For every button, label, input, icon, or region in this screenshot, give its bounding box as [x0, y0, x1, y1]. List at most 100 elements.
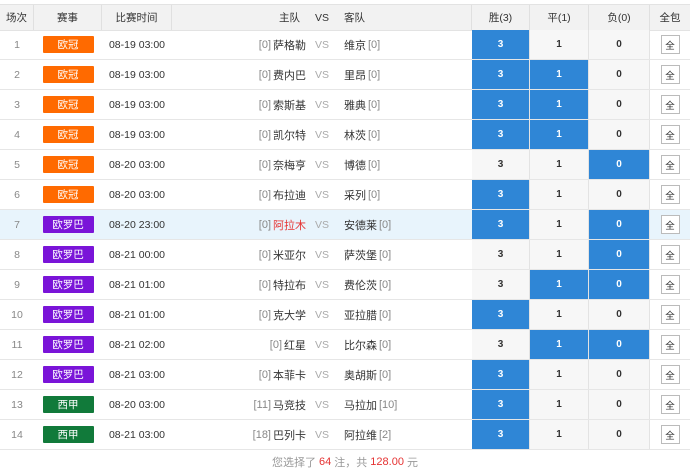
option-win[interactable]: 3 — [472, 120, 530, 149]
away-rank: [0] — [379, 248, 392, 261]
home-team-name: 索斯基 — [273, 99, 306, 112]
option-lose[interactable]: 0 — [589, 360, 650, 389]
header-index: 场次 — [0, 5, 34, 30]
summary-mid: 注，共 — [334, 457, 368, 469]
away-team: 维京 [0] — [334, 30, 472, 59]
away-rank: [0] — [368, 98, 381, 111]
summary-count: 64 — [319, 456, 332, 468]
option-win[interactable]: 3 — [472, 210, 530, 239]
option-lose[interactable]: 0 — [589, 240, 650, 269]
select-all-button[interactable]: 全 — [660, 95, 680, 114]
option-lose[interactable]: 0 — [589, 120, 650, 149]
option-draw[interactable]: 1 — [530, 210, 589, 239]
select-all-button[interactable]: 全 — [660, 155, 680, 174]
option-win[interactable]: 3 — [472, 420, 530, 449]
home-team-name: 凯尔特 — [273, 129, 306, 142]
summary-suffix: 元 — [406, 457, 418, 469]
home-rank: [0] — [258, 248, 271, 261]
home-rank: [11] — [253, 398, 271, 411]
league-cell: 欧冠 — [34, 120, 102, 149]
option-win[interactable]: 3 — [472, 360, 530, 389]
option-draw[interactable]: 1 — [530, 300, 589, 329]
league-badge: 欧罗巴 — [42, 306, 94, 323]
match-time: 08-21 03:00 — [108, 428, 166, 441]
select-all-button[interactable]: 全 — [660, 35, 680, 54]
home-team: [0] 索斯基 — [172, 90, 310, 119]
table-row: 10 欧罗巴 08-21 01:00 [0] 克大学 VS 亚拉腊 [0] 3 1 0 全 — [0, 300, 690, 330]
header-vs: VS — [314, 11, 329, 24]
option-draw[interactable]: 1 — [530, 360, 589, 389]
select-all-button[interactable]: 全 — [660, 185, 680, 204]
home-team-name: 红星 — [284, 339, 306, 352]
away-team-name: 萨茨堡 — [344, 249, 377, 262]
match-time: 08-20 03:00 — [108, 158, 166, 171]
option-lose[interactable]: 0 — [589, 300, 650, 329]
select-all-button[interactable]: 全 — [660, 245, 680, 264]
option-draw[interactable]: 1 — [530, 30, 589, 59]
league-badge: 欧罗巴 — [42, 246, 94, 263]
select-all-button[interactable]: 全 — [660, 395, 680, 414]
option-draw[interactable]: 1 — [530, 120, 589, 149]
option-draw[interactable]: 1 — [530, 60, 589, 89]
option-draw[interactable]: 1 — [530, 270, 589, 299]
header-draw: 平(1) — [530, 5, 589, 30]
option-win[interactable]: 3 — [472, 330, 530, 359]
home-team: [0] 阿拉木 — [172, 210, 310, 239]
select-all-button[interactable]: 全 — [660, 335, 680, 354]
option-win[interactable]: 3 — [472, 270, 530, 299]
option-lose[interactable]: 0 — [589, 330, 650, 359]
away-team: 采列 [0] — [334, 180, 472, 209]
select-all-button[interactable]: 全 — [660, 215, 680, 234]
select-all-button[interactable]: 全 — [660, 305, 680, 324]
home-team-name: 马竞技 — [273, 399, 306, 412]
option-draw[interactable]: 1 — [530, 390, 589, 419]
all-cell: 全 — [650, 390, 690, 419]
option-draw[interactable]: 1 — [530, 330, 589, 359]
home-team-name: 巴列卡 — [273, 429, 306, 442]
option-draw[interactable]: 1 — [530, 90, 589, 119]
option-win[interactable]: 3 — [472, 180, 530, 209]
option-win[interactable]: 3 — [472, 390, 530, 419]
select-all-button[interactable]: 全 — [660, 365, 680, 384]
league-cell: 欧罗巴 — [34, 300, 102, 329]
option-lose[interactable]: 0 — [589, 210, 650, 239]
select-all-button[interactable]: 全 — [660, 125, 680, 144]
match-time: 08-21 03:00 — [108, 368, 166, 381]
option-lose[interactable]: 0 — [589, 270, 650, 299]
header-lose: 负(0) — [589, 5, 650, 30]
option-lose[interactable]: 0 — [589, 30, 650, 59]
select-all-button[interactable]: 全 — [660, 275, 680, 294]
match-index: 1 — [14, 38, 20, 51]
option-lose[interactable]: 0 — [589, 390, 650, 419]
all-cell: 全 — [650, 210, 690, 239]
option-draw[interactable]: 1 — [530, 240, 589, 269]
option-win[interactable]: 3 — [472, 150, 530, 179]
league-cell: 欧冠 — [34, 180, 102, 209]
home-team-name: 萨格勒 — [273, 39, 306, 52]
table-row: 7 欧罗巴 08-20 23:00 [0] 阿拉木 VS 安德莱 [0] 3 1 0 全 — [0, 210, 690, 240]
home-team: [0] 萨格勒 — [172, 30, 310, 59]
option-lose[interactable]: 0 — [589, 420, 650, 449]
option-win[interactable]: 3 — [472, 300, 530, 329]
option-lose[interactable]: 0 — [589, 150, 650, 179]
away-team-name: 采列 — [344, 189, 366, 202]
select-all-button[interactable]: 全 — [660, 65, 680, 84]
league-cell: 西甲 — [34, 390, 102, 419]
match-index: 5 — [14, 158, 20, 171]
home-team-name: 特拉布 — [273, 279, 306, 292]
option-win[interactable]: 3 — [472, 30, 530, 59]
option-win[interactable]: 3 — [472, 60, 530, 89]
option-draw[interactable]: 1 — [530, 420, 589, 449]
option-lose[interactable]: 0 — [589, 60, 650, 89]
option-lose[interactable]: 0 — [589, 180, 650, 209]
option-draw[interactable]: 1 — [530, 150, 589, 179]
option-win[interactable]: 3 — [472, 240, 530, 269]
match-index: 12 — [11, 368, 23, 381]
home-team-name: 阿拉木 — [273, 219, 306, 232]
option-win[interactable]: 3 — [472, 90, 530, 119]
select-all-button[interactable]: 全 — [660, 425, 680, 444]
option-lose[interactable]: 0 — [589, 90, 650, 119]
match-time: 08-21 01:00 — [108, 278, 166, 291]
away-team-name: 博德 — [344, 159, 366, 172]
option-draw[interactable]: 1 — [530, 180, 589, 209]
